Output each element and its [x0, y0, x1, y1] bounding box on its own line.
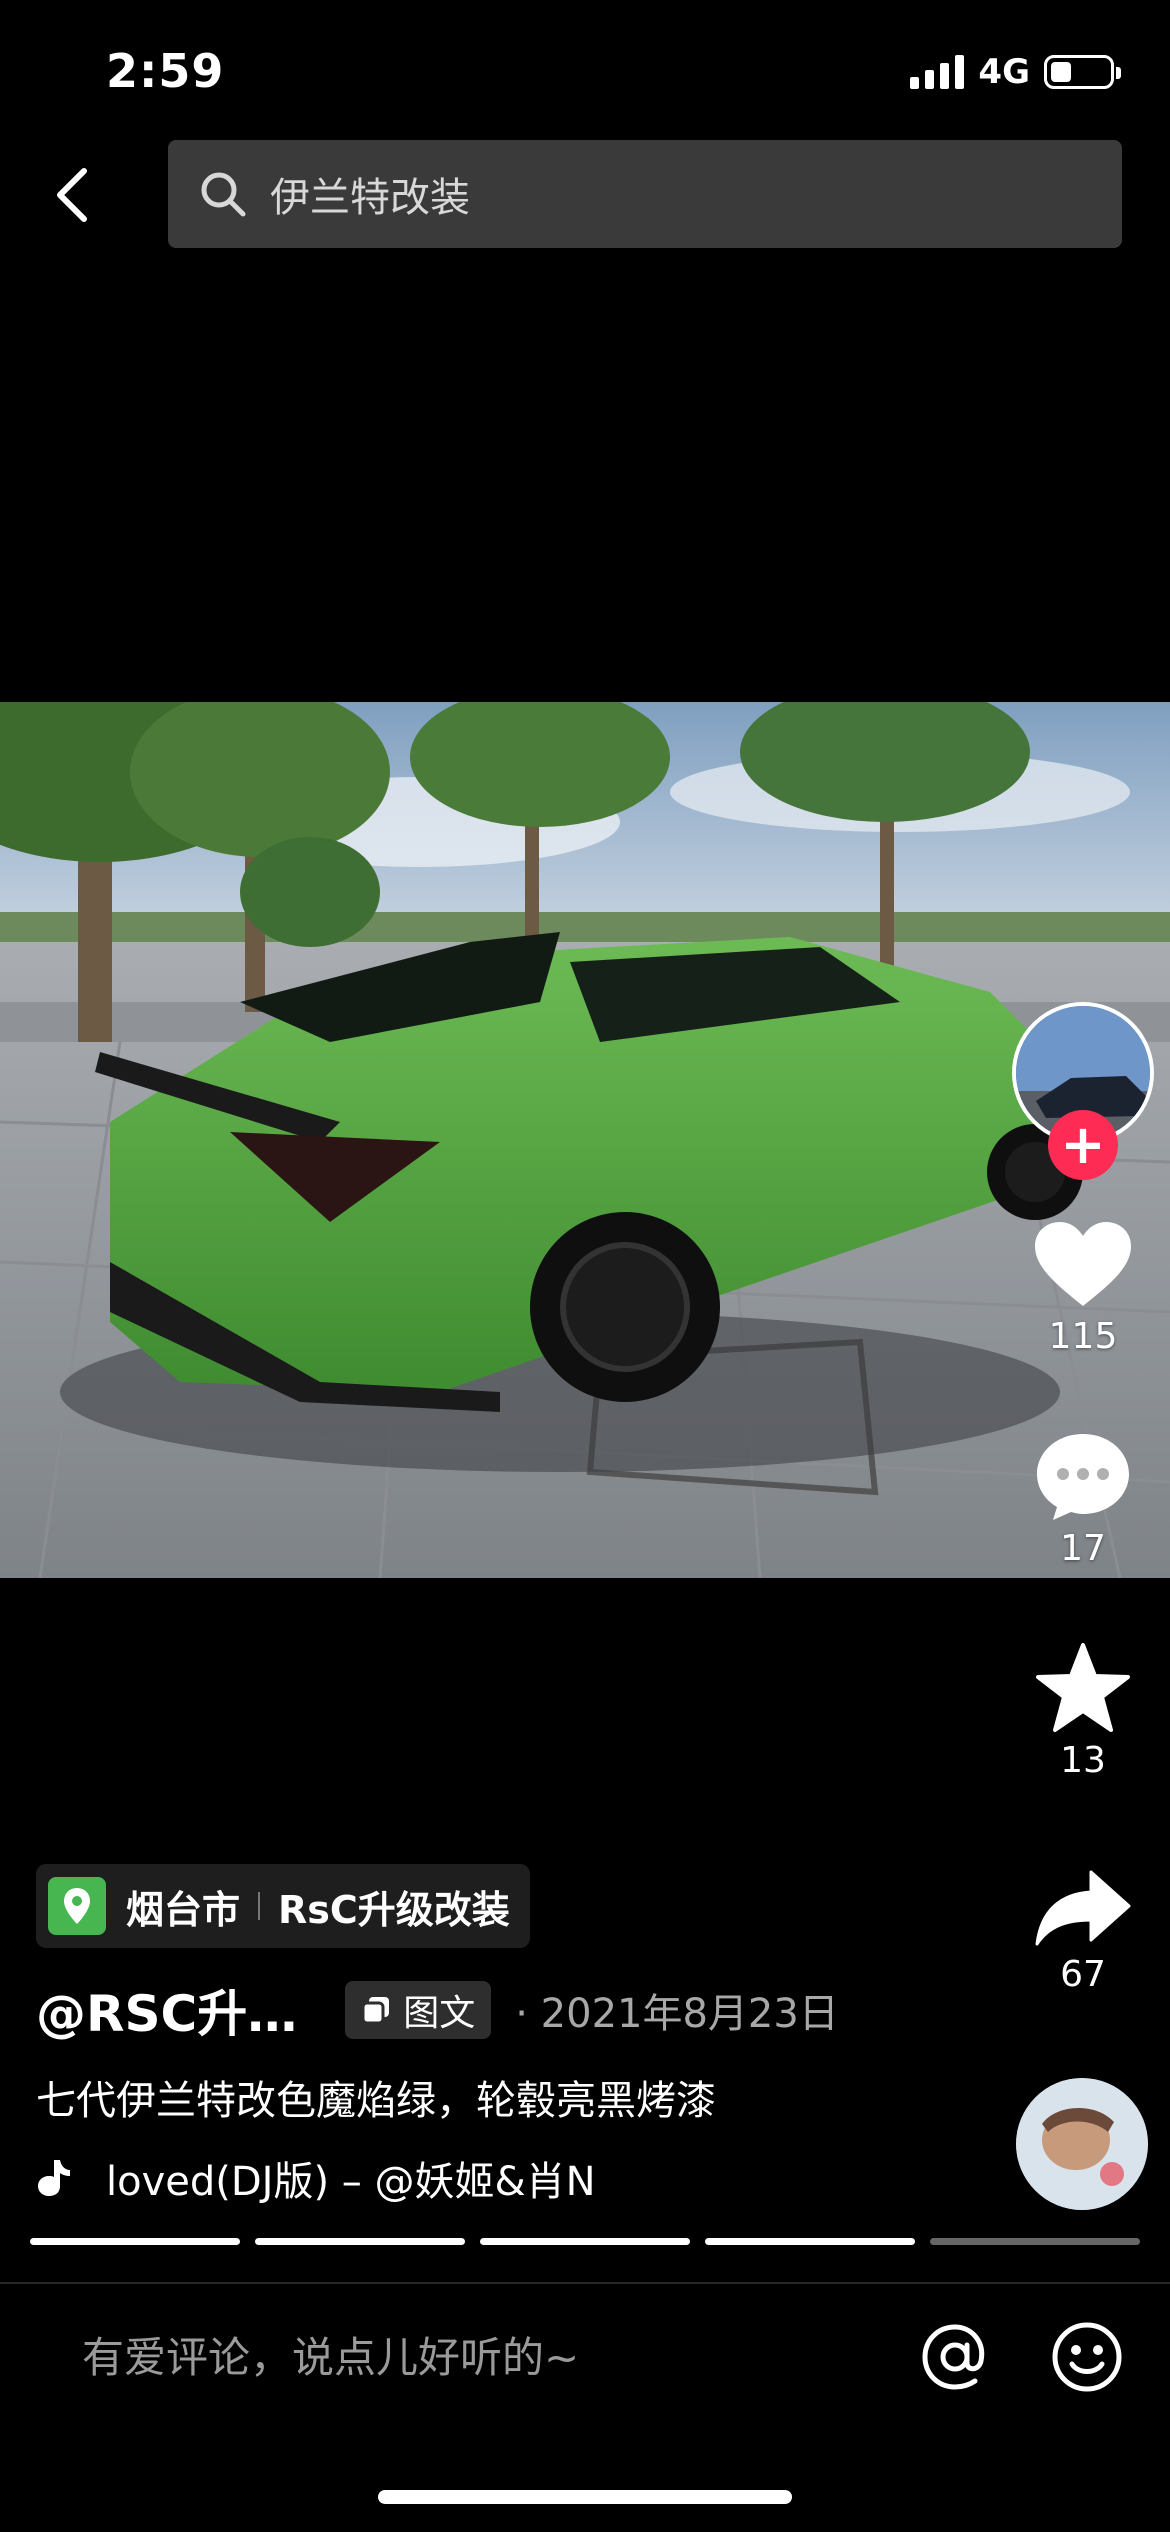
- music-disc-image: [1016, 2078, 1148, 2210]
- share-action[interactable]: 67: [1010, 1868, 1156, 1995]
- location-separator: [258, 1892, 261, 1920]
- post-date: · 2021年8月23日: [515, 1991, 839, 2037]
- car-photo: [0, 702, 1170, 1578]
- status-indicators: 4G: [910, 52, 1121, 92]
- location-shop: RsC升级改装: [278, 1887, 510, 1932]
- like-count: 115: [1048, 1316, 1118, 1357]
- follow-button[interactable]: +: [1048, 1110, 1118, 1180]
- back-button[interactable]: [42, 160, 102, 230]
- music-note-icon: [38, 2160, 70, 2196]
- location-city: 烟台市: [126, 1887, 241, 1932]
- music-row[interactable]: loved(DJ版) – @妖姬&肖N: [36, 2148, 666, 2208]
- share-count: 67: [1060, 1954, 1106, 1995]
- like-action[interactable]: 115: [1010, 1220, 1156, 1357]
- favorite-count: 13: [1060, 1740, 1106, 1781]
- location-pin-icon: [48, 1877, 106, 1935]
- at-icon: [922, 2324, 985, 2390]
- comment-action[interactable]: 17: [1010, 1430, 1156, 1569]
- progress-segment: [255, 2238, 465, 2245]
- battery-icon: [1044, 55, 1121, 89]
- progress-segment: [30, 2238, 240, 2245]
- mention-button[interactable]: [916, 2318, 994, 2396]
- progress-segment: [930, 2238, 1140, 2245]
- comment-icon: [1037, 1434, 1129, 1520]
- location-tag[interactable]: 烟台市 RsC升级改装: [36, 1864, 530, 1948]
- signal-icon: [910, 55, 965, 89]
- comment-count: 17: [1060, 1528, 1106, 1569]
- author-row: @RSC升… 图文 · 2021年8月23日: [36, 1980, 839, 2043]
- smiley-icon: [1052, 2322, 1122, 2392]
- star-icon: [1036, 1643, 1130, 1732]
- search-bar[interactable]: 伊兰特改装: [168, 140, 1122, 248]
- favorite-action[interactable]: 13: [1010, 1642, 1156, 1781]
- progress-segment: [705, 2238, 915, 2245]
- home-indicator[interactable]: [378, 2490, 792, 2504]
- search-query: 伊兰特改装: [270, 175, 470, 221]
- post-type-label: 图文: [403, 1993, 476, 2034]
- comment-input[interactable]: 有爱评论，说点儿好听的~: [82, 2324, 579, 2385]
- share-icon: [1035, 1870, 1131, 1946]
- search-icon: [201, 172, 246, 217]
- divider: [0, 2282, 1170, 2284]
- photo-progress: [30, 2238, 1140, 2245]
- image-text-icon: [361, 1997, 390, 2025]
- music-disc[interactable]: [1016, 2078, 1148, 2210]
- author-name[interactable]: @RSC升…: [36, 1974, 297, 2046]
- emoji-button[interactable]: [1048, 2318, 1126, 2396]
- post-type-badge: 图文: [345, 1981, 492, 2039]
- music-title: loved(DJ版) – @妖姬&肖N: [106, 2159, 596, 2205]
- status-time: 2:59: [106, 44, 225, 98]
- network-type: 4G: [978, 52, 1030, 92]
- progress-segment: [480, 2238, 690, 2245]
- post-screen: 2:59 4G 伊兰特改装 + 115 17 13 67 烟台市 RsC升级改装…: [0, 0, 1170, 2532]
- heart-icon: [1035, 1222, 1131, 1306]
- post-caption: 七代伊兰特改色魔焰绿，轮毂亮黑烤漆: [36, 2078, 716, 2124]
- chevron-left-icon: [57, 168, 87, 222]
- post-photo[interactable]: [0, 702, 1170, 1578]
